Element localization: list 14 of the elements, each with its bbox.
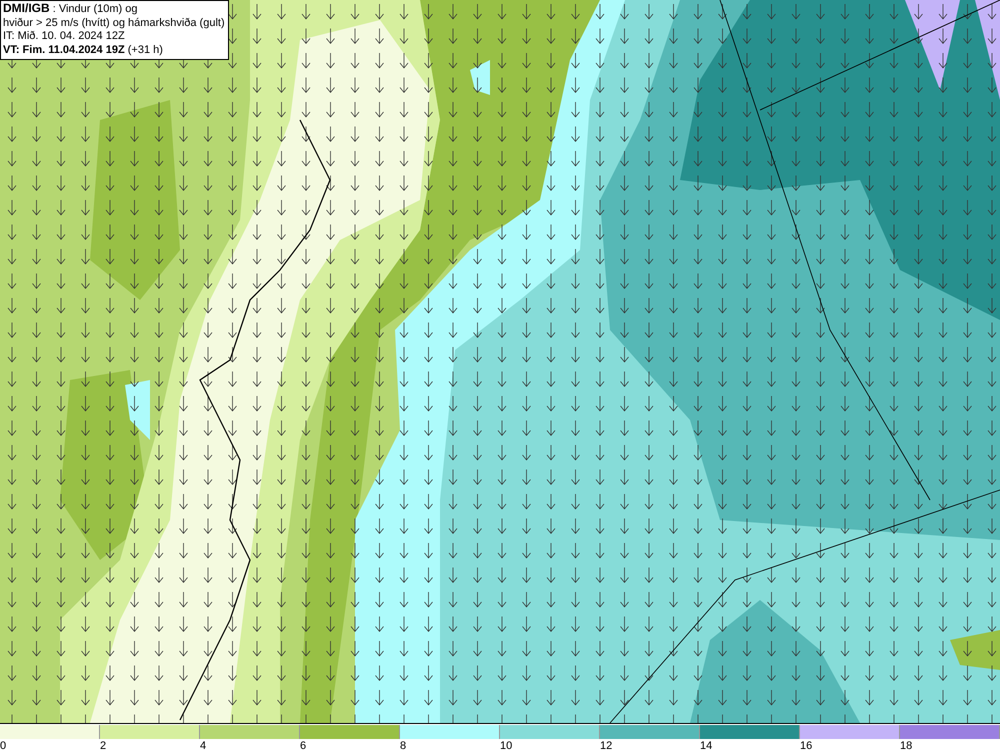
legend-label: 4 (200, 740, 206, 752)
legend-label: 8 (400, 740, 406, 752)
legend-label: 16 (800, 740, 812, 752)
title-line: hviður > 25 m/s (hvítt) og hámarkshviða (gult) (3, 16, 225, 30)
legend-label: 14 (700, 740, 712, 752)
title-line: DMI/IGB : Vindur (10m) og (3, 2, 139, 16)
legend-label: 0 (0, 740, 6, 752)
title-line: IT: Mið. 10. 04. 2024 12Z (3, 30, 126, 44)
legend-label: 6 (300, 740, 306, 752)
legend-label: 18 (900, 740, 912, 752)
legend-label: 2 (100, 740, 106, 752)
legend-label: 12 (600, 740, 612, 752)
legend-label: 10 (500, 740, 512, 752)
title-line: VT: Fim. 11.04.2024 19Z (+31 h) (3, 44, 164, 57)
